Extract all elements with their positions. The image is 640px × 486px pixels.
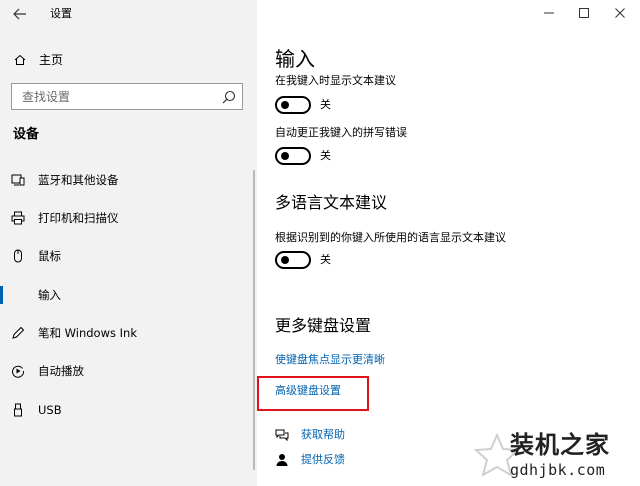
sidebar-item-label: 输入 — [38, 288, 61, 302]
home-label: 主页 — [39, 53, 64, 67]
home-nav-item[interactable]: 主页 — [14, 50, 63, 70]
sidebar-item-bluetooth[interactable]: 蓝牙和其他设备 — [0, 162, 257, 198]
get-help-link[interactable]: 获取帮助 — [275, 426, 345, 444]
search-placeholder: 查找设置 — [22, 90, 71, 104]
help-label: 获取帮助 — [301, 428, 345, 441]
search-icon[interactable] — [222, 90, 236, 104]
close-button[interactable] — [606, 4, 634, 22]
sidebar-item-pen[interactable]: 笔和 Windows Ink — [0, 315, 257, 351]
keyboard-icon — [16, 292, 26, 298]
usb-icon — [14, 403, 22, 417]
window-title: 设置 — [50, 7, 72, 20]
autoplay-icon — [12, 365, 25, 378]
search-input[interactable]: 查找设置 — [11, 83, 243, 110]
sidebar-item-label: 打印机和扫描仪 — [38, 211, 119, 225]
selection-indicator — [0, 286, 3, 304]
printer-icon — [11, 211, 25, 225]
toggle-state-label: 关 — [320, 149, 331, 162]
feedback-person-icon — [276, 454, 288, 466]
watermark-text: 装机之家 — [510, 430, 610, 459]
mouse-icon — [14, 249, 22, 263]
keyboard-focus-link[interactable]: 使键盘焦点显示更清晰 — [275, 352, 385, 368]
more-keyboard-heading: 更多键盘设置 — [275, 316, 372, 335]
multilingual-heading: 多语言文本建议 — [275, 193, 388, 212]
feedback-label: 提供反馈 — [301, 453, 345, 466]
toggle-state-label: 关 — [320, 98, 331, 111]
sidebar-item-autoplay[interactable]: 自动播放 — [0, 353, 257, 389]
autocorrect-toggle[interactable] — [275, 147, 311, 165]
text-suggestions-toggle[interactable] — [275, 96, 311, 114]
toggle-knob — [281, 101, 289, 109]
sidebar-scrollbar[interactable] — [253, 170, 255, 470]
autocorrect-label: 自动更正我键入的拼写错误 — [275, 126, 407, 139]
toggle-state-label: 关 — [320, 253, 331, 266]
toggle-knob — [281, 256, 289, 264]
home-icon — [14, 54, 26, 65]
text-suggestions-label: 在我键入时显示文本建议 — [275, 74, 396, 87]
bluetooth-devices-icon — [11, 174, 25, 186]
maximize-button[interactable] — [570, 4, 598, 22]
sidebar-item-label: USB — [38, 403, 62, 417]
watermark: 装机之家 gdhjbk.com — [470, 425, 640, 486]
sidebar-item-usb[interactable]: USB — [0, 392, 257, 428]
multilingual-toggle[interactable] — [275, 251, 311, 269]
sidebar-item-label: 鼠标 — [38, 249, 61, 263]
maximize-icon — [579, 8, 589, 18]
sidebar-item-mouse[interactable]: 鼠标 — [0, 238, 257, 274]
back-arrow-icon[interactable] — [10, 5, 30, 23]
sidebar-item-label: 笔和 Windows Ink — [38, 326, 137, 340]
toggle-knob — [281, 152, 289, 160]
pen-icon — [12, 326, 25, 339]
sidebar-item-label: 蓝牙和其他设备 — [38, 173, 119, 187]
sidebar-item-typing[interactable]: 输入 — [0, 277, 257, 313]
sidebar-item-label: 自动播放 — [38, 364, 84, 378]
content-pane: 输入 在我键入时显示文本建议 关 自动更正我键入的拼写错误 关 多语言文本建议 … — [257, 0, 640, 486]
highlight-box — [257, 376, 369, 411]
minimize-button[interactable] — [535, 4, 563, 22]
help-chat-icon — [275, 429, 289, 442]
multilingual-label: 根据识别到的你键入所使用的语言显示文本建议 — [275, 231, 506, 244]
sidebar: 设置 主页 查找设置 设备 蓝牙和其他设备 打印机和扫描仪 鼠标 输入 笔和 W… — [0, 0, 257, 486]
section-heading: 设备 — [13, 127, 40, 142]
minimize-icon — [544, 12, 554, 14]
page-title: 输入 — [275, 47, 315, 71]
close-icon — [615, 8, 625, 18]
sidebar-item-printers[interactable]: 打印机和扫描仪 — [0, 200, 257, 236]
watermark-url: gdhjbk.com — [510, 461, 606, 479]
feedback-link[interactable]: 提供反馈 — [275, 451, 345, 469]
